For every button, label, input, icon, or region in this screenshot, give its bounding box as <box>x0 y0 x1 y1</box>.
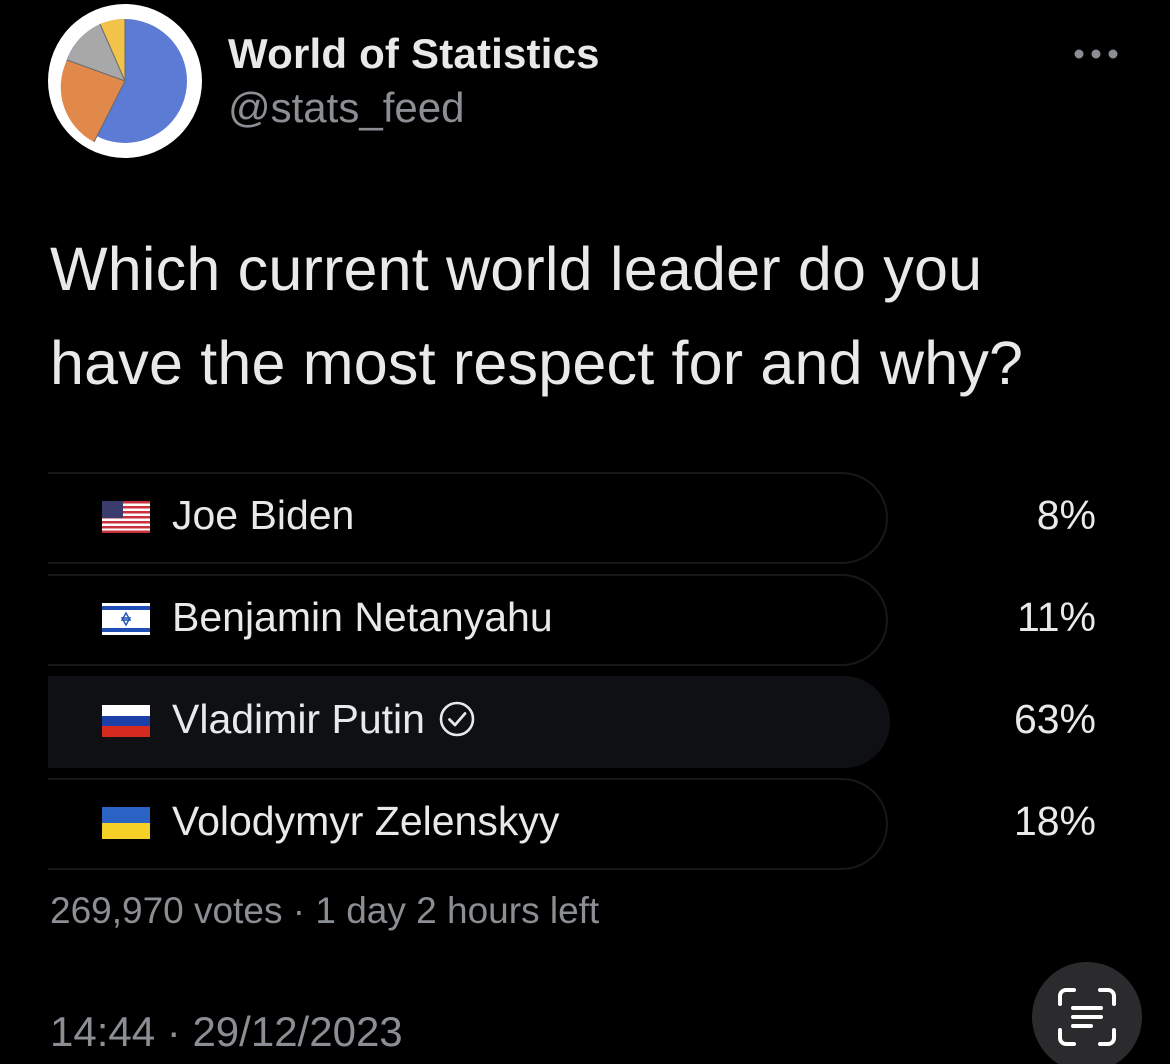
poll-option-label: Joe Biden <box>172 492 355 538</box>
more-options-button[interactable] <box>1066 36 1126 72</box>
poll-option-label: Vladimir Putin <box>172 696 477 743</box>
poll-meta: 269,970 votes · 1 day 2 hours left <box>50 890 599 932</box>
meta-separator: · <box>292 890 306 931</box>
ukraine-flag-icon <box>102 807 150 839</box>
poll-time-left: 1 day 2 hours left <box>315 890 600 931</box>
poll-option-label: Volodymyr Zelenskyy <box>172 798 560 844</box>
text-scan-icon <box>1058 988 1116 1046</box>
avatar[interactable] <box>48 4 202 158</box>
live-text-button[interactable] <box>1032 962 1142 1064</box>
pie-chart-icon <box>60 18 187 143</box>
poll-option-percent: 18% <box>1013 798 1096 844</box>
russia-flag-icon <box>102 705 150 737</box>
more-horizontal-icon <box>1074 49 1118 59</box>
tweet-date: 29/12/2023 <box>192 1008 403 1055</box>
us-flag-icon <box>102 501 150 533</box>
poll-option-netanyahu[interactable]: Benjamin Netanyahu 11% <box>48 574 1112 666</box>
poll-option-percent: 8% <box>1036 492 1096 538</box>
poll-option-label-text: Vladimir Putin <box>172 696 425 742</box>
poll-vote-count: 269,970 votes <box>50 890 283 931</box>
poll-option-percent: 11% <box>1016 594 1096 640</box>
tweet-text-line: have the most respect for and why? <box>50 329 1024 397</box>
author-display-name[interactable]: World of Statistics <box>228 30 600 78</box>
tweet-text-line: Which current world leader do you <box>50 235 983 303</box>
check-circle-icon <box>439 701 475 737</box>
israel-flag-icon <box>102 603 150 635</box>
tweet-timestamp[interactable]: 14:44 · 29/12/2023 <box>50 1008 403 1056</box>
poll-option-biden[interactable]: Joe Biden 8% <box>48 472 1112 564</box>
author-handle[interactable]: @stats_feed <box>228 84 464 132</box>
poll-option-zelenskyy[interactable]: Volodymyr Zelenskyy 18% <box>48 778 1112 870</box>
tweet-time: 14:44 <box>50 1008 156 1055</box>
poll-option-label: Benjamin Netanyahu <box>172 594 553 640</box>
poll-option-percent: 63% <box>1013 696 1096 742</box>
poll-option-putin[interactable]: Vladimir Putin 63% <box>48 676 1112 768</box>
meta-separator: · <box>166 1008 181 1055</box>
tweet-text: Which current world leader do you have t… <box>50 222 1130 410</box>
